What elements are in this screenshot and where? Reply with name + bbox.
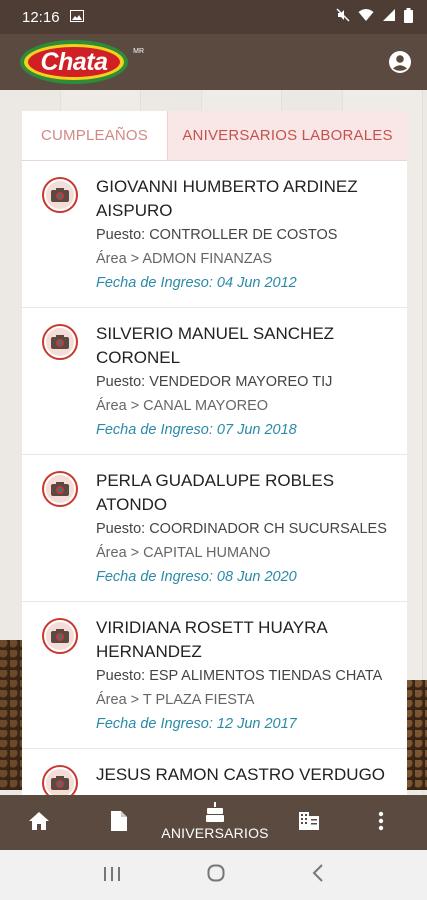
back-chevron-icon	[312, 864, 323, 882]
signal-icon	[382, 8, 396, 26]
account-button[interactable]	[387, 49, 413, 75]
nav-aniversarios-button[interactable]: ANIVERSARIOS	[158, 801, 272, 841]
home-icon	[29, 812, 49, 830]
home-system-button[interactable]	[207, 862, 225, 888]
battery-icon	[404, 7, 413, 27]
coffee-beans-decoration	[405, 680, 427, 790]
logo-text: Chata	[40, 47, 108, 76]
cake-icon	[206, 802, 224, 822]
avatar	[42, 471, 78, 507]
employee-name: VIRIDIANA ROSETT HUAYRA HERNANDEZ	[96, 618, 327, 661]
employee-puesto: Puesto: ESP ALIMENTOS TIENDAS CHATA	[96, 668, 383, 684]
nav-home-button[interactable]	[28, 811, 50, 831]
system-navigation-bar	[0, 850, 427, 900]
tab-bar: CUMPLEAÑOS ANIVERSARIOS LABORALES	[22, 111, 407, 161]
employee-fecha-ingreso: Fecha de Ingreso: 04 Jun 2012	[96, 275, 297, 291]
status-time: 12:16	[22, 8, 60, 26]
status-bar: 12:16	[0, 0, 427, 34]
nav-company-button[interactable]	[298, 811, 320, 831]
recents-button[interactable]	[103, 862, 121, 888]
list-item[interactable]: VIRIDIANA ROSETT HUAYRA HERNANDEZ Puesto…	[22, 602, 407, 749]
nav-documents-button[interactable]	[110, 810, 128, 832]
more-vert-icon	[378, 811, 384, 831]
employee-area: Área > CANAL MAYOREO	[96, 398, 269, 414]
account-circle-icon	[389, 51, 411, 73]
back-button[interactable]	[312, 862, 324, 888]
camera-icon	[51, 335, 69, 349]
avatar	[42, 324, 78, 360]
list-item[interactable]: GIOVANNI HUMBERTO ARDINEZ AISPURO Puesto…	[22, 161, 407, 308]
recents-icon	[104, 867, 121, 881]
content-card: CUMPLEAÑOS ANIVERSARIOS LABORALES GIOVAN…	[22, 111, 407, 795]
building-icon	[299, 812, 319, 830]
employee-name: JESUS RAMON CASTRO VERDUGO	[96, 765, 386, 784]
nav-more-button[interactable]	[378, 811, 384, 831]
nav-aniversarios-label: ANIVERSARIOS	[161, 825, 269, 841]
employee-name: PERLA GUADALUPE ROBLES ATONDO	[96, 471, 335, 514]
list-item[interactable]: PERLA GUADALUPE ROBLES ATONDO Puesto: CO…	[22, 455, 407, 602]
avatar	[42, 765, 78, 795]
camera-icon	[51, 776, 69, 790]
employee-puesto: Puesto: COORDINADOR CH SUCURSALES	[96, 521, 387, 537]
tab-cumpleanos[interactable]: CUMPLEAÑOS	[22, 111, 167, 160]
camera-icon	[51, 188, 69, 202]
employee-name: SILVERIO MANUEL SANCHEZ CORONEL	[96, 324, 335, 367]
logo-trademark: MR	[133, 48, 144, 55]
wifi-icon	[358, 8, 374, 26]
employee-area: Área > ADMON FINANZAS	[96, 251, 273, 267]
mute-icon	[336, 8, 350, 26]
employee-area: Área > T PLAZA FIESTA	[96, 692, 255, 708]
employee-fecha-ingreso: Fecha de Ingreso: 08 Jun 2020	[96, 569, 297, 585]
bottom-navigation: ANIVERSARIOS	[0, 795, 427, 850]
avatar	[42, 177, 78, 213]
app-bar: Chata MR	[0, 34, 427, 90]
employee-area: Área > CAPITAL HUMANO	[96, 545, 271, 561]
camera-icon	[51, 629, 69, 643]
coffee-beans-decoration	[0, 640, 24, 790]
employee-puesto: Puesto: CONTROLLER DE COSTOS	[96, 227, 338, 243]
tab-aniversarios-laborales[interactable]: ANIVERSARIOS LABORALES	[167, 111, 407, 160]
employee-list[interactable]: GIOVANNI HUMBERTO ARDINEZ AISPURO Puesto…	[22, 161, 407, 795]
list-item[interactable]: JESUS RAMON CASTRO VERDUGO	[22, 749, 407, 795]
employee-puesto: Puesto: VENDEDOR MAYOREO TIJ	[96, 374, 333, 390]
document-icon	[111, 811, 127, 831]
gallery-notification-icon	[69, 9, 84, 26]
employee-name: GIOVANNI HUMBERTO ARDINEZ AISPURO	[96, 177, 358, 220]
home-circle-icon	[207, 864, 225, 882]
employee-fecha-ingreso: Fecha de Ingreso: 07 Jun 2018	[96, 422, 297, 438]
employee-fecha-ingreso: Fecha de Ingreso: 12 Jun 2017	[96, 716, 297, 732]
list-item[interactable]: SILVERIO MANUEL SANCHEZ CORONEL Puesto: …	[22, 308, 407, 455]
avatar	[42, 618, 78, 654]
camera-icon	[51, 482, 69, 496]
chata-logo: Chata MR	[20, 40, 144, 84]
